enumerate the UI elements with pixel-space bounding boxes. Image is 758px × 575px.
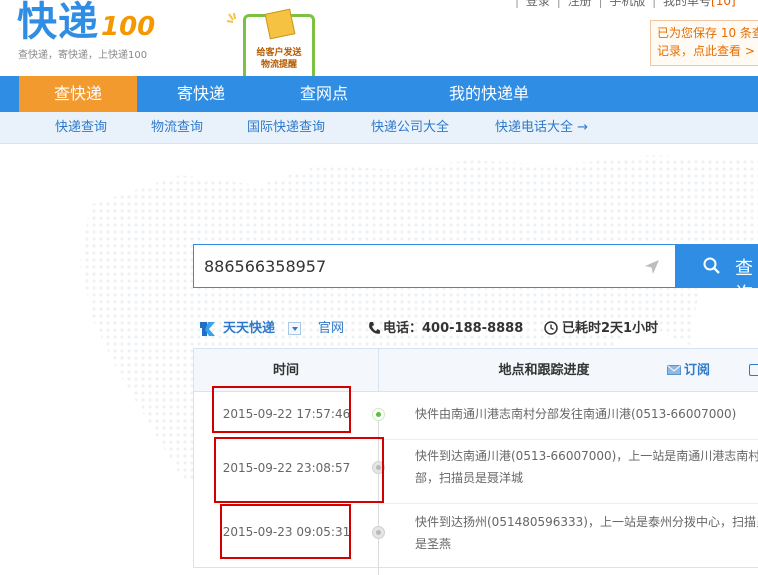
site-slogan: 查快递，寄快递，上快递100 — [18, 50, 148, 61]
nav-tab-my-orders[interactable]: 我的快递单 — [405, 76, 573, 112]
timeline-dot — [372, 526, 385, 539]
company-name[interactable]: 天天快递 — [223, 318, 275, 340]
promo-line-2: 物流提醒 — [260, 60, 297, 70]
search-button-label: 查询 — [735, 258, 753, 305]
company-dropdown-icon[interactable] — [288, 322, 301, 335]
promo-text: 给客户发送 物流提醒 — [246, 47, 312, 71]
sub-nav: 快递查询 物流查询 国际快递查询 快递公司大全 快递电话大全 → — [0, 112, 758, 144]
search-button[interactable]: 查询 — [676, 244, 758, 305]
sparkle-icon — [226, 12, 236, 23]
row-description: 快件到达南通川港(0513-66007000)，上一站是南通川港志南村分部，扫描… — [415, 449, 758, 485]
subnav-logistics-query[interactable]: 物流查询 — [151, 112, 203, 144]
promo-notify-banner[interactable]: 给客户发送 物流提醒 — [243, 8, 315, 76]
subnav-intl-query[interactable]: 国际快递查询 — [247, 112, 325, 144]
subnav-express-query[interactable]: 快递查询 — [55, 112, 107, 144]
logo-text: 快递 — [17, 0, 99, 45]
tiantian-logo-icon — [200, 322, 215, 336]
search-icon — [703, 257, 720, 274]
subscribe-link[interactable]: 订阅 — [667, 349, 711, 392]
nav-tab-track[interactable]: 查快递 — [19, 76, 137, 112]
tracking-search-box — [193, 244, 676, 288]
highlight-box-time-2 — [214, 437, 384, 503]
logo-number: 100 — [101, 12, 156, 42]
column-header-progress: 地点和跟踪进度 — [498, 363, 590, 378]
highlight-box-time-3 — [220, 504, 351, 559]
nav-tab-outlets[interactable]: 查网点 — [265, 76, 383, 112]
promo-line-1: 给客户发送 — [256, 48, 302, 58]
saved-records-notice[interactable]: 已为您保存 10 条查 记录，点此查看 > > — [650, 20, 758, 66]
login-link[interactable]: 登录 — [526, 0, 550, 8]
saved-records-line-1: 已为您保存 10 条查 — [657, 26, 758, 40]
company-website-link[interactable]: 官网 — [318, 318, 344, 340]
register-link[interactable]: 注册 — [568, 0, 592, 8]
tracking-number-input[interactable] — [202, 245, 622, 287]
row-description: 快件到达扬州(051480596333)，上一站是泰州分拨中心，扫描员是圣燕 — [415, 515, 758, 551]
company-phone: 电话：400-188-8888 — [383, 321, 524, 336]
nav-tab-send[interactable]: 寄快递 — [142, 76, 260, 112]
site-header: 快递100 查快递，寄快递，上快递100 给客户发送 物流提醒 | 登录 | 注… — [0, 0, 758, 76]
row-description: 快件由南通川港志南村分部发往南通川港(0513-66007000) — [415, 407, 737, 421]
my-orders-link[interactable]: 我的单号 — [663, 0, 711, 8]
subnav-phone-list[interactable]: 快递电话大全 → — [495, 112, 588, 144]
mobile-link[interactable]: 手机版 — [609, 0, 645, 8]
elapsed-time: 已耗时2天1小时 — [562, 321, 659, 336]
top-links: | 登录 | 注册 | 手机版 | 我的单号[10] — [512, 0, 736, 9]
saved-records-line-2: 记录，点此查看 > > — [657, 44, 758, 58]
subscribe-label: 订阅 — [684, 363, 711, 378]
envelope-icon — [264, 8, 296, 40]
subnav-company-list[interactable]: 快递公司大全 — [371, 112, 449, 144]
main-nav: 查快递 寄快递 查网点 我的快递单 — [0, 76, 758, 112]
phone-icon — [369, 322, 380, 334]
highlight-box-time-1 — [212, 386, 351, 433]
timeline-dot-current — [372, 408, 385, 421]
share-icon[interactable] — [749, 364, 758, 376]
clock-icon — [544, 321, 558, 335]
location-arrow-icon[interactable] — [643, 258, 661, 276]
mail-icon — [667, 365, 681, 375]
site-logo[interactable]: 快递100 — [17, 0, 155, 44]
my-orders-count: [10] — [711, 0, 736, 8]
